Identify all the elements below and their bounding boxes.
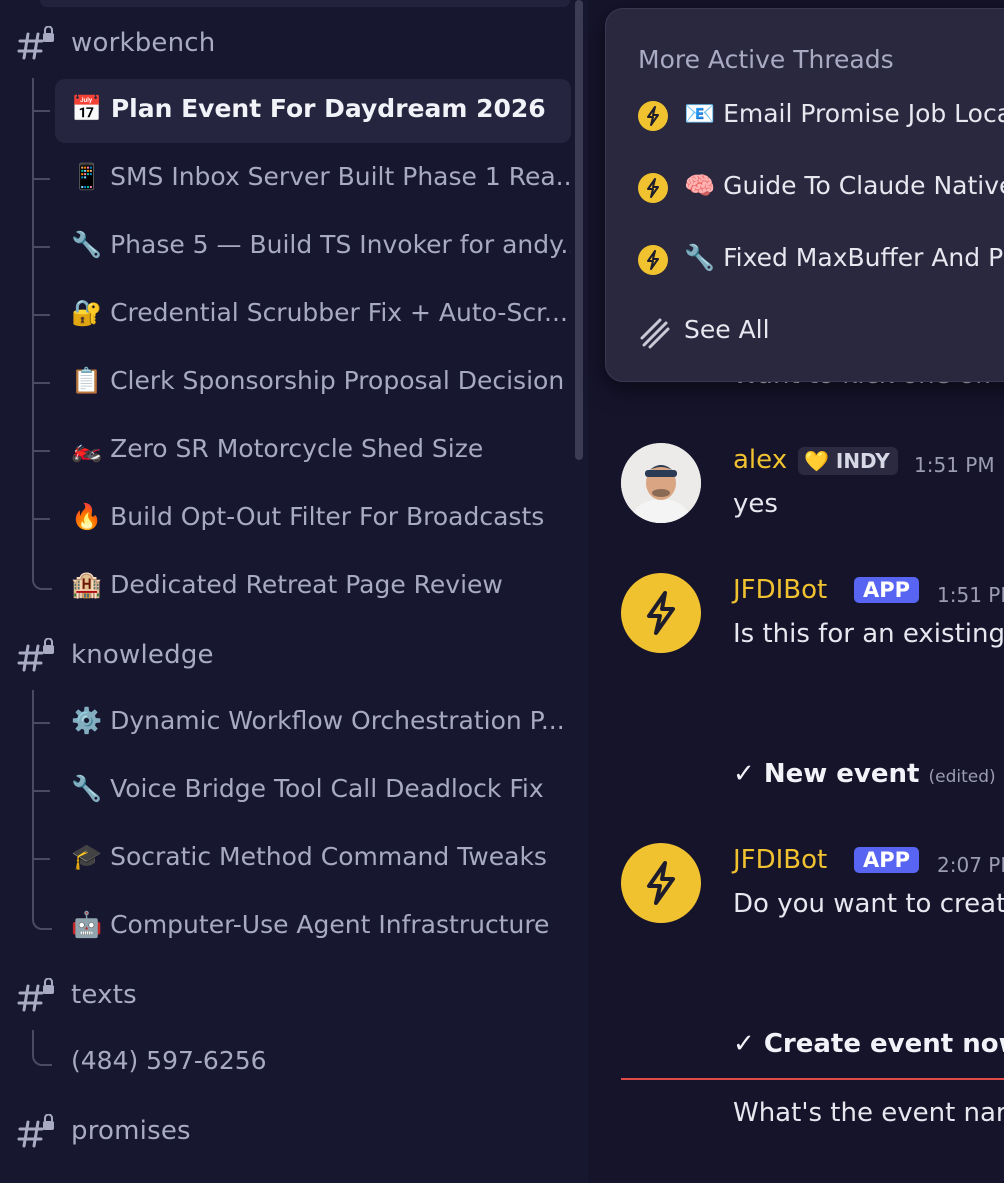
tree-branch [34,178,50,180]
category-texts[interactable]: texts [0,972,560,1018]
author-name[interactable]: JFDIBot [733,575,827,605]
lightning-bolt-icon [647,861,675,905]
category-workbench[interactable]: workbench [0,20,560,66]
channel-sidebar: workbench 📅 Plan Event For Daydream 2026… [0,0,588,1183]
thread-zero-sr[interactable]: 🏍️ Zero SR Motorcycle Shed Size [55,419,571,483]
active-thread-item[interactable]: 🧠 Guide To Claude Native [638,167,1004,211]
thread-computer-use[interactable]: 🤖 Computer-Use Agent Infrastructure [55,895,571,959]
thread-socratic-method[interactable]: 🎓 Socratic Method Command Tweaks [55,827,571,891]
locked-channel-hash-icon [17,26,54,60]
author-name[interactable]: alex [733,445,787,475]
message-text: Do you want to creat [733,889,1004,919]
bot-avatar[interactable] [621,573,701,653]
see-all-label: See All [684,315,770,344]
tree-branch [34,722,50,724]
category-name: promises [71,1116,191,1146]
thread-label: 🔧 Voice Bridge Tool Call Deadlock Fix [71,774,544,803]
edited-marker: (edited) [928,767,996,787]
popup-title: More Active Threads [638,45,894,74]
new-messages-divider [621,1078,1004,1080]
thread-phone-number[interactable]: (484) 597-6256 [55,1031,571,1095]
active-thread-item[interactable]: 🔧 Fixed MaxBuffer And PM [638,239,1004,283]
locked-channel-hash-icon [17,978,54,1012]
tree-branch [34,314,50,316]
thread-opt-out-filter[interactable]: 🔥 Build Opt-Out Filter For Broadcasts [55,487,571,551]
author-name[interactable]: JFDIBot [733,845,827,875]
message-text: What's the event nar [733,1098,1004,1128]
thread-plan-event[interactable]: 📅 Plan Event For Daydream 2026 [55,79,571,143]
category-next-partial[interactable] [0,1172,560,1183]
tree-branch-end [32,572,52,590]
locked-channel-hash-icon [17,638,54,672]
thread-label: 🔧 Phase 5 — Build TS Invoker for andy... [71,230,571,259]
category-name: texts [71,980,137,1010]
timestamp: 1:51 PM [914,453,995,477]
thread-phase-5[interactable]: 🔧 Phase 5 — Build TS Invoker for andy... [55,215,571,279]
tree-branch [34,858,50,860]
message-text: Is this for an existing [733,619,1004,649]
lightning-bolt-icon [638,101,668,131]
tree-branch [34,382,50,384]
tree-branch [34,518,50,520]
thread-label: 📅 Plan Event For Daydream 2026 [71,94,546,123]
lightning-bolt-icon [638,173,668,203]
selected-option-text: ✓ Create event now [733,1029,1004,1059]
lightning-bolt-icon [647,591,675,635]
thread-label: 📱 SMS Inbox Server Built Phase 1 Rea... [71,162,571,191]
tree-branch-end [32,912,52,930]
message-text: yes [733,489,778,519]
app-badge: APP [854,577,920,603]
thread-retreat-page[interactable]: 🏨 Dedicated Retreat Page Review [55,555,571,619]
server-tag-badge: 💛 INDY [798,447,898,475]
selected-option-line: ✓ New event (edited) [733,759,996,789]
lightning-bolt-icon [638,245,668,275]
thread-label: ⚙️ Dynamic Workflow Orchestration P... [71,706,565,735]
tree-branch [34,246,50,248]
server-tag-label: INDY [835,449,890,473]
user-avatar[interactable] [621,443,701,523]
timestamp: 2:07 PM [937,853,1004,877]
timestamp: 1:51 PM [937,583,1004,607]
sidebar-scrollbar[interactable] [575,0,583,460]
thread-label: 🔐 Credential Scrubber Fix + Auto-Scr... [71,298,568,327]
see-all-button[interactable]: See All [638,311,1004,355]
thread-label: 🔥 Build Opt-Out Filter For Broadcasts [71,502,545,531]
thread-credential-scrubber[interactable]: 🔐 Credential Scrubber Fix + Auto-Scr... [55,283,571,347]
tree-branch [34,450,50,452]
thread-sms-inbox[interactable]: 📱 SMS Inbox Server Built Phase 1 Rea... [55,147,571,211]
threads-stack-icon [640,318,670,349]
thread-label: (484) 597-6256 [71,1046,267,1075]
selected-option-line: ✓ Create event now [733,1029,1004,1059]
locked-channel-hash-icon [17,1114,54,1148]
locked-channel-hash-icon [16,1178,56,1183]
active-thread-item[interactable]: 📧 Email Promise Job Loca [638,95,1004,139]
thread-label: 🏨 Dedicated Retreat Page Review [71,570,503,599]
tree-branch-end [32,1030,52,1066]
thread-label: 🏍️ Zero SR Motorcycle Shed Size [71,434,484,463]
category-knowledge[interactable]: knowledge [0,632,560,678]
thread-label: 📋 Clerk Sponsorship Proposal Decision [71,366,565,395]
thread-dynamic-workflow[interactable]: ⚙️ Dynamic Workflow Orchestration P... [55,691,571,755]
selected-option-text: ✓ New event [733,759,920,789]
active-thread-label: 📧 Email Promise Job Loca [684,99,1004,128]
thread-label: 🤖 Computer-Use Agent Infrastructure [71,910,550,939]
heart-icon: 💛 [804,449,829,473]
category-promises[interactable]: promises [0,1108,560,1154]
app-badge: APP [854,847,920,873]
thread-label: 🎓 Socratic Method Command Tweaks [71,842,547,871]
person-avatar-icon [621,443,701,523]
bot-avatar[interactable] [621,843,701,923]
active-thread-label: 🔧 Fixed MaxBuffer And PM [684,243,1004,272]
thread-voice-bridge[interactable]: 🔧 Voice Bridge Tool Call Deadlock Fix [55,759,571,823]
category-name: knowledge [71,640,214,670]
active-threads-popup: More Active Threads 📧 Email Promise Job … [605,8,1004,382]
thread-tree-line [32,78,34,576]
tree-branch [34,790,50,792]
active-thread-label: 🧠 Guide To Claude Native [684,171,1004,200]
category-name: workbench [71,28,216,58]
previous-item-edge [40,0,570,7]
thread-clerk-sponsorship[interactable]: 📋 Clerk Sponsorship Proposal Decision [55,351,571,415]
tree-branch [34,110,50,112]
